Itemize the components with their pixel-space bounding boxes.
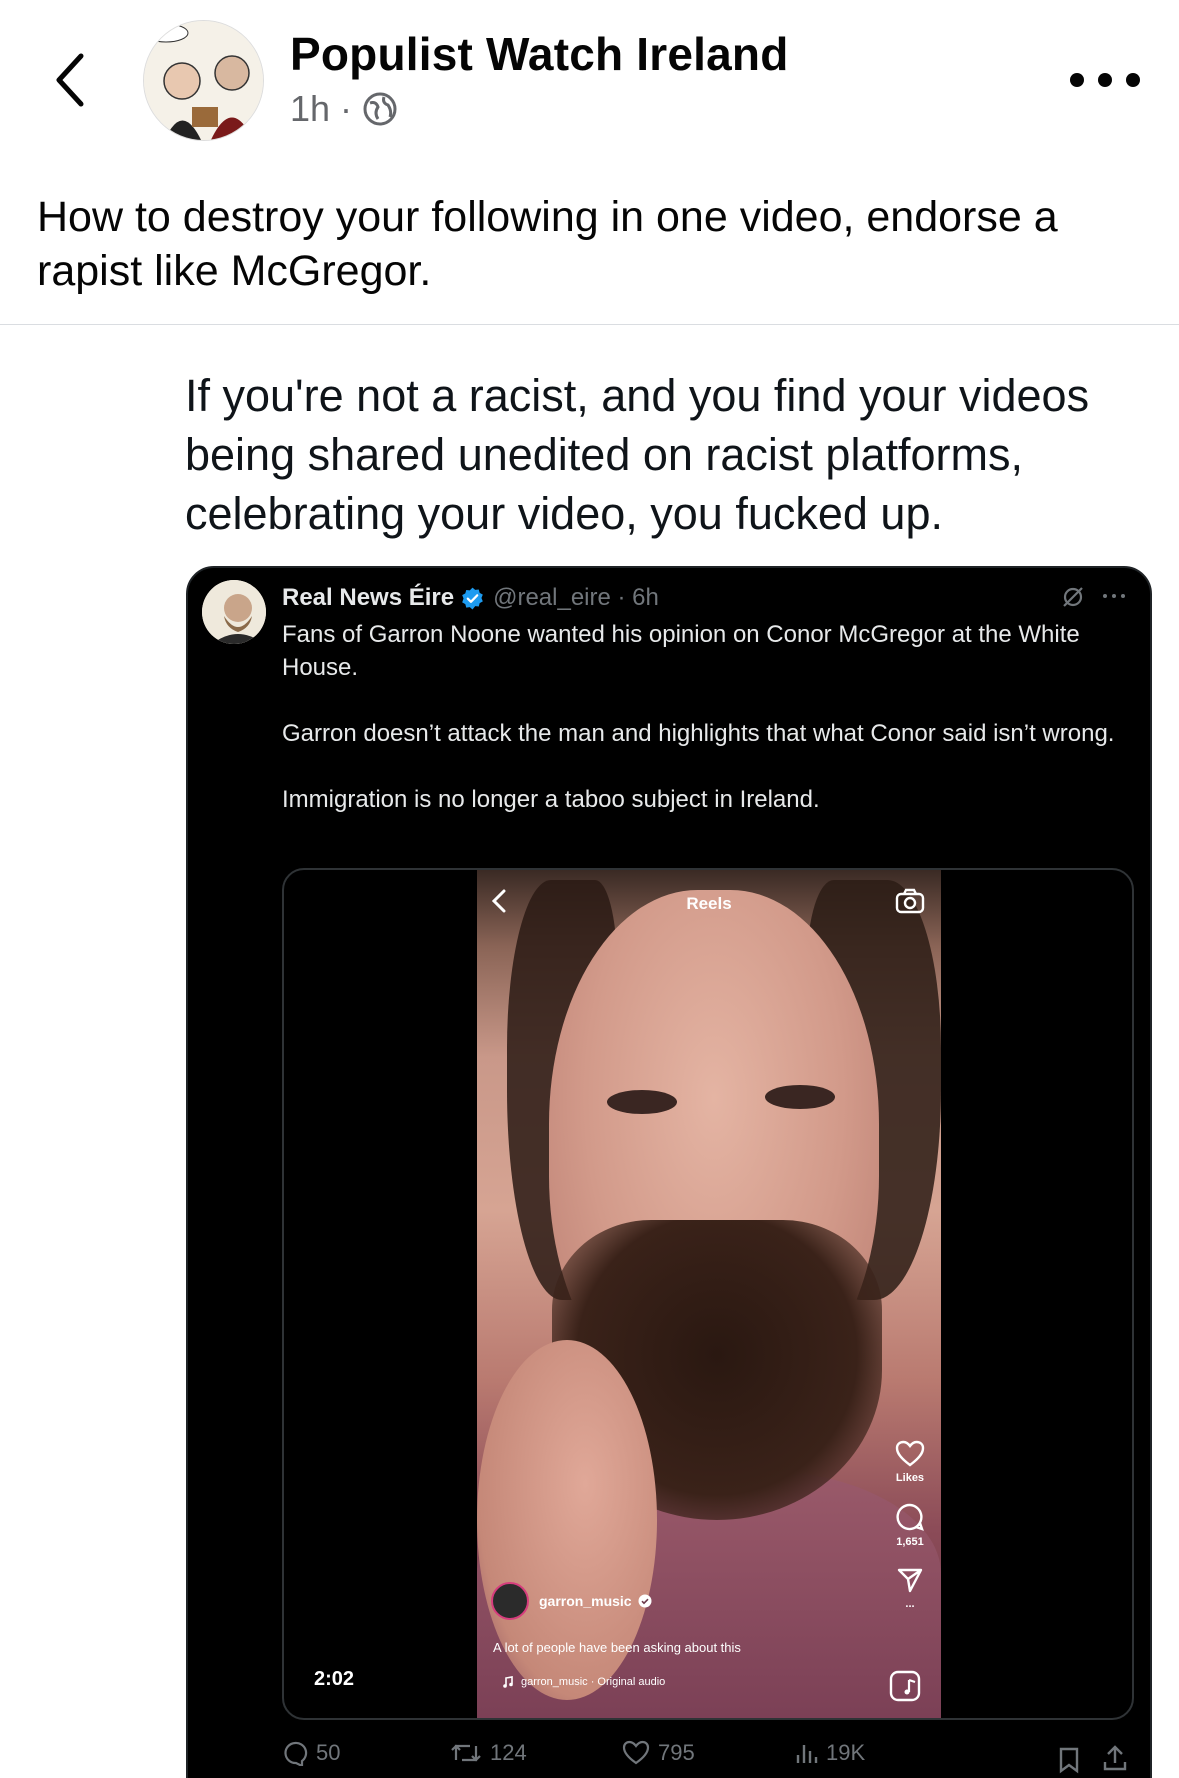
cartoon-avatar-image	[144, 21, 263, 140]
page-name[interactable]: Populist Watch Ireland	[290, 27, 789, 81]
more-dot	[1112, 594, 1116, 598]
post-meta: 1h ·	[290, 88, 398, 130]
reply-button[interactable]: 50	[282, 1740, 340, 1766]
grok-icon[interactable]	[1060, 584, 1086, 610]
reel-audio: garron_music · Original audio	[503, 1676, 665, 1688]
retweet-button[interactable]: 124	[450, 1740, 527, 1766]
video-duration: 2:02	[304, 1664, 365, 1695]
back-button[interactable]	[40, 45, 100, 115]
post-header: Populist Watch Ireland 1h ·	[0, 0, 1179, 175]
reel-audio-label: garron_music · Original audio	[521, 1676, 666, 1688]
tweet-paragraph: Immigration is no longer a taboo subject…	[282, 786, 820, 813]
reel-user-avatar	[491, 1582, 529, 1620]
reply-icon	[284, 1741, 308, 1766]
tweet-video[interactable]: Reels Likes 1,651 ... garron_music A lot…	[282, 868, 1134, 1720]
illustrated-man-avatar	[202, 580, 266, 644]
music-note-icon	[503, 1676, 513, 1688]
comments-count: 1,651	[896, 1536, 924, 1548]
tweet-handle[interactable]: @real_eire · 6h	[493, 584, 659, 612]
views-chart-icon	[796, 1745, 818, 1763]
tweet-author-name[interactable]: Real News Éire	[282, 584, 454, 612]
more-dot	[1121, 594, 1125, 598]
reel-caption: A lot of people have been asking about t…	[493, 1640, 741, 1655]
retweet-count: 124	[490, 1740, 527, 1765]
like-count: 795	[658, 1740, 695, 1765]
more-dot	[1070, 73, 1084, 87]
tweet-actions: 50 124 795 19K	[282, 1740, 1142, 1778]
bookmark-icon[interactable]	[1058, 1746, 1080, 1774]
embedded-tweet[interactable]: Real News Éire @real_eire · 6h Fans of G…	[186, 566, 1152, 1778]
divider	[0, 324, 1179, 325]
post-caption: How to destroy your following in one vid…	[37, 193, 1058, 295]
tweet-more-icon[interactable]	[1103, 594, 1125, 598]
post-time[interactable]: 1h	[290, 88, 330, 130]
video-eye	[607, 1090, 677, 1114]
comment-icon	[896, 1503, 924, 1531]
heart-icon	[622, 1740, 650, 1765]
tweet-paragraph: Fans of Garron Noone wanted his opinion …	[282, 621, 1080, 681]
image-quote-text: If you're not a racist, and you find you…	[185, 370, 1090, 539]
views-count: 19K	[826, 1740, 866, 1765]
page-avatar[interactable]	[143, 20, 264, 141]
views-button[interactable]: 19K	[794, 1740, 865, 1766]
globe-icon	[363, 92, 397, 126]
retweet-icon	[451, 1744, 481, 1762]
tweet-text: Fans of Garron Noone wanted his opinion …	[282, 618, 1132, 849]
tweet-avatar	[202, 580, 266, 644]
send-icon	[897, 1568, 923, 1593]
reels-title: Reels	[686, 894, 732, 913]
more-dot	[1098, 73, 1112, 87]
like-button[interactable]: 795	[622, 1740, 695, 1766]
verified-badge-icon	[462, 587, 483, 609]
more-options-button[interactable]	[1070, 60, 1140, 100]
more-dot	[1103, 594, 1107, 598]
camera-icon	[895, 888, 925, 914]
reel-actions: Likes 1,651 ...	[885, 1440, 935, 1628]
reel-more: ...	[905, 1598, 915, 1610]
chevron-left-icon	[56, 53, 84, 107]
likes-label: Likes	[895, 1472, 925, 1484]
heart-icon	[895, 1440, 925, 1467]
reply-count: 50	[316, 1740, 341, 1765]
video-eye	[765, 1085, 835, 1109]
verified-badge-icon	[638, 1594, 652, 1608]
audio-thumbnail-icon	[889, 1670, 921, 1702]
share-icon[interactable]	[1102, 1744, 1128, 1772]
more-dot	[1126, 73, 1140, 87]
reel-user: garron_music	[491, 1582, 652, 1620]
reel-video-frame: Reels Likes 1,651 ... garron_music A lot…	[477, 870, 941, 1718]
meta-separator: ·	[340, 88, 353, 129]
tweet-paragraph: Garron doesn’t attack the man and highli…	[282, 720, 1115, 747]
tweet-author: Real News Éire @real_eire · 6h	[282, 584, 659, 612]
reel-username: garron_music	[539, 1593, 632, 1609]
